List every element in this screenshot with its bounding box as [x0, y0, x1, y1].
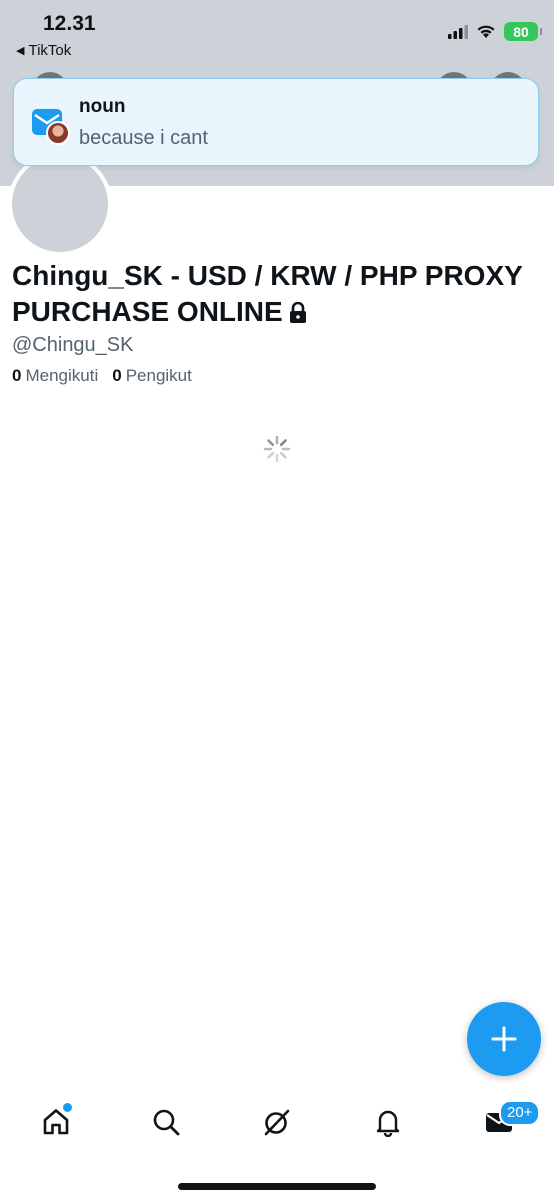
followers-link[interactable]: 0 Pengikut	[112, 366, 192, 386]
wifi-icon	[477, 25, 495, 38]
tab-notifications[interactable]	[363, 1090, 413, 1154]
notification-banner[interactable]: noun because i cant	[13, 78, 539, 166]
back-app-label: TikTok	[28, 42, 72, 59]
back-to-app[interactable]: ◀ TikTok	[16, 42, 71, 59]
profile-handle: @Chingu_SK	[12, 334, 134, 356]
loading-spinner-icon	[263, 435, 291, 463]
status-time: 12.31	[43, 12, 96, 35]
search-icon	[153, 1109, 180, 1136]
messages-badge: 20+	[499, 1100, 541, 1126]
new-posts-indicator-dot	[61, 1101, 74, 1114]
following-label: Mengikuti	[25, 366, 99, 385]
tab-grok[interactable]	[252, 1090, 302, 1154]
lock-icon	[289, 302, 306, 323]
battery-indicator: 80	[504, 22, 542, 41]
followers-count: 0	[112, 366, 122, 385]
back-arrow-icon: ◀	[16, 45, 25, 57]
following-count: 0	[12, 366, 22, 385]
home-indicator-bar[interactable]	[178, 1183, 376, 1190]
cellular-signal-icon	[448, 24, 468, 39]
followers-label: Pengikut	[125, 366, 192, 385]
display-name-text: Chingu_SK - USD / KRW / PHP PROXY PURCHA…	[12, 260, 523, 327]
plus-icon	[491, 1026, 517, 1052]
communities-icon	[264, 1109, 290, 1136]
compose-post-button[interactable]	[467, 1002, 541, 1076]
tab-search[interactable]	[141, 1090, 191, 1154]
profile-display-name: Chingu_SK - USD / KRW / PHP PROXY PURCHA…	[12, 258, 542, 330]
status-indicators: 80	[448, 22, 542, 41]
tab-home[interactable]	[31, 1090, 81, 1154]
sender-avatar	[46, 121, 70, 145]
bottom-tab-bar	[0, 1090, 554, 1154]
notifications-icon	[376, 1110, 400, 1137]
notification-title: noun	[79, 96, 126, 117]
notification-body: because i cant	[79, 127, 208, 149]
follow-stats: 0 Mengikuti 0 Pengikut	[12, 366, 192, 386]
following-link[interactable]: 0 Mengikuti	[12, 366, 98, 386]
profile-avatar[interactable]	[8, 152, 112, 256]
battery-level: 80	[513, 23, 529, 40]
